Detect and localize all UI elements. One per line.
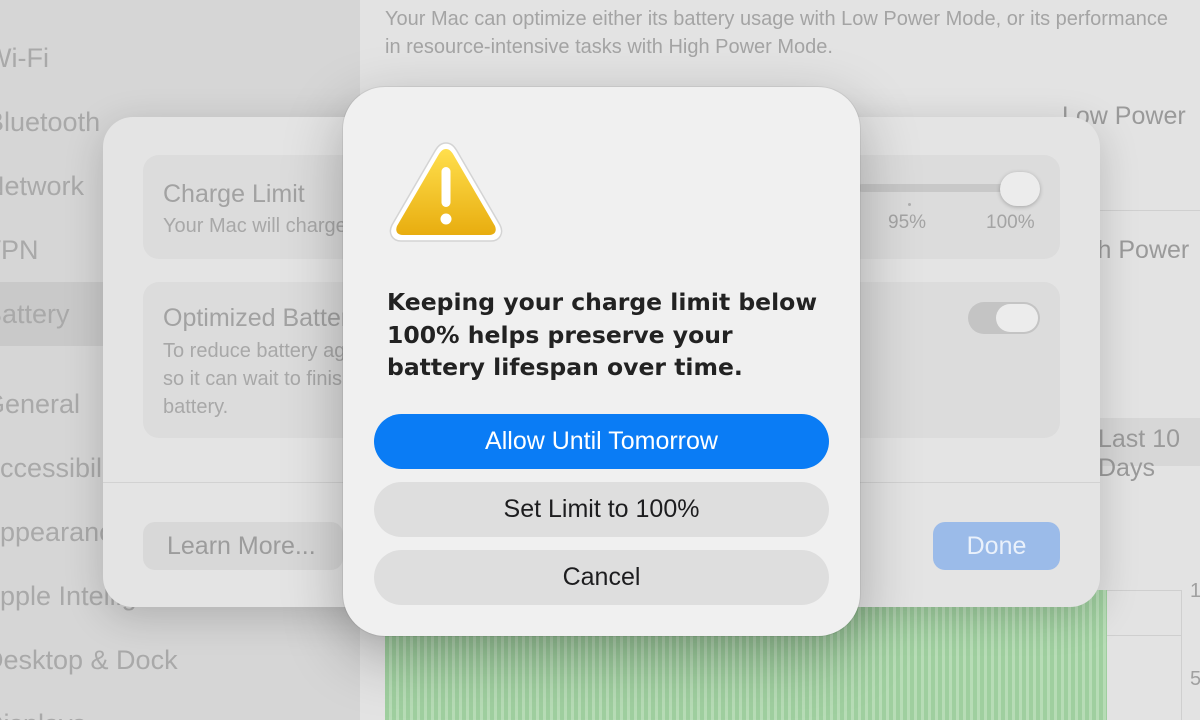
cancel-button[interactable]: Cancel [374,550,829,605]
sidebar-item-desktop-dock[interactable]: Desktop & Dock [0,628,360,692]
charge-limit-title: Charge Limit [163,180,305,208]
chart-tick-label: 50% [1190,668,1200,690]
sidebar-item-label: Bluetooth [0,107,101,137]
slider-tick-label: 95% [888,212,927,233]
sidebar-item-displays[interactable]: Displays [0,692,360,720]
row-divider [1090,210,1200,211]
charge-limit-slider-knob[interactable] [1000,172,1040,206]
warning-icon [389,142,503,242]
charge-limit-slider-track[interactable] [858,184,1018,192]
chart-gridline [1107,635,1182,636]
optimized-charging-desc-line: battery. [163,396,229,418]
set-limit-100-button[interactable]: Set Limit to 100% [374,482,829,537]
usage-tab-label[interactable]: Last 10 Days [1098,425,1200,483]
sidebar-item-label: Battery [0,299,70,329]
sidebar-item-label: General [0,389,81,419]
sidebar-item-label: VPN [0,235,39,265]
charge-limit-subtitle: Your Mac will charge [163,215,347,237]
sidebar-item-label: Displays [0,692,86,720]
sidebar-item-label: Wi-Fi [0,43,49,73]
sidebar-item-label: Network [0,171,85,201]
chart-grid [1107,590,1182,720]
sidebar-item-wifi[interactable]: Wi-Fi [0,26,360,90]
allow-until-tomorrow-button[interactable]: Allow Until Tomorrow [374,414,829,469]
toggle-knob [996,304,1038,332]
slider-tick-label: 100% [986,212,1035,233]
learn-more-button[interactable]: Learn More... [143,522,343,570]
done-button[interactable]: Done [933,522,1060,570]
alert-message: Keeping your charge limit below 100% hel… [387,288,818,381]
sidebar-item-label: Desktop & Dock [0,645,178,675]
chart-tick-label: 100% [1190,580,1200,602]
power-mode-description: Your Mac can optimize either its battery… [385,8,1168,58]
slider-tick-mark [908,203,911,206]
